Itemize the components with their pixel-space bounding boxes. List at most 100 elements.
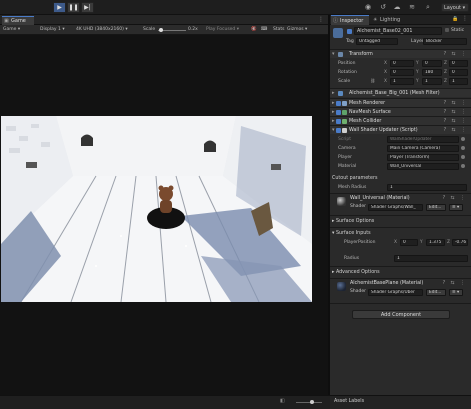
more-options-icon[interactable]: ⋮ (318, 16, 324, 23)
component-enabled-checkbox[interactable] (336, 128, 341, 133)
component-header-navmesh-surface[interactable]: ▸ NavMesh Surface ? ⇆ ⋮ (330, 107, 471, 116)
asset-labels-label: Asset Labels (334, 399, 365, 404)
display-mode-dropdown[interactable]: Game ▾ (3, 26, 20, 34)
component-header-wall-shader-updater[interactable]: ▾ Wall Shader Updater (Script) ? ⇆ ⋮ (330, 125, 471, 134)
scale-x-field[interactable]: 1 (390, 78, 414, 85)
status-slider-thumb[interactable] (310, 400, 314, 404)
display-mode-value: Game (3, 27, 17, 32)
position-z-field[interactable]: 0 (449, 60, 468, 67)
scale-slider-thumb[interactable] (159, 28, 163, 32)
material-field[interactable]: Wall_Universal (387, 163, 459, 170)
object-picker-icon[interactable] (461, 146, 465, 150)
transform-header[interactable]: ▾ Transform ? ⇆ ⋮ (330, 49, 471, 58)
step-button[interactable]: ▶| (81, 2, 94, 13)
static-checkbox[interactable] (445, 28, 449, 32)
component-tools-icon[interactable]: ? ⇆ ⋮ (443, 195, 467, 203)
rotation-x-field[interactable]: 0 (390, 69, 414, 76)
layers-icon[interactable]: ≋ (407, 2, 417, 12)
shader-options-dropdown[interactable]: ≡ ▾ (449, 204, 463, 211)
gizmos-button[interactable]: Gizmos ▾ (287, 26, 307, 34)
component-tools-icon[interactable]: ? ⇆ ⋮ (443, 280, 467, 288)
advanced-options-foldout[interactable]: ▸ Advanced Options (332, 268, 469, 277)
display-dropdown[interactable]: Display 1 ▾ (40, 26, 65, 34)
component-tools-icon[interactable]: ? ⇆ ⋮ (444, 50, 468, 59)
shader-options-dropdown[interactable]: ≡ ▾ (449, 289, 463, 296)
scale-slider[interactable] (158, 28, 186, 32)
x-label: X (384, 70, 387, 75)
rotation-z-field[interactable]: 0 (449, 69, 468, 76)
layout-dropdown[interactable]: Layout ▾ (441, 3, 469, 12)
search-icon[interactable]: ⌕ (423, 2, 433, 12)
more-options-icon[interactable]: ⋮ (462, 15, 468, 22)
mute-icon[interactable]: 🔇 (251, 26, 257, 34)
asset-labels-bar[interactable]: Asset Labels (330, 395, 471, 409)
mesh-renderer-icon (342, 101, 347, 106)
player-position-y-field[interactable]: 1.375 (426, 239, 445, 246)
object-picker-icon[interactable] (461, 155, 465, 159)
play-focused-dropdown[interactable]: Play Focused ▾ (206, 26, 239, 34)
resolution-dropdown[interactable]: 4K UHD (3840x2160) ▾ (76, 26, 128, 34)
status-slider[interactable] (296, 400, 322, 404)
tag-dropdown[interactable]: Untagged (356, 38, 398, 45)
object-name-field[interactable]: Alchemist_Base02_001 (354, 27, 442, 35)
component-enabled-checkbox[interactable] (336, 119, 341, 124)
player-field[interactable]: Player (Transform) (387, 154, 459, 161)
radius-field[interactable]: 1 (394, 255, 468, 262)
history-icon[interactable]: ↺ (378, 2, 388, 12)
link-icon[interactable]: ⛓ (370, 78, 375, 85)
component-header-mesh-renderer[interactable]: ▸ Mesh Renderer ? ⇆ ⋮ (330, 98, 471, 107)
rotation-y-field[interactable]: 180 (422, 69, 442, 76)
script-field: WallShaderUpdater (387, 136, 459, 143)
layer-dropdown[interactable]: Blocker (423, 38, 467, 45)
camera-field[interactable]: Main Camera (Camera) (387, 145, 459, 152)
game-render-view[interactable] (1, 116, 312, 302)
surface-inputs-foldout[interactable]: ▾ Surface Inputs (332, 229, 469, 238)
player-position-z-field[interactable]: -0.76 (452, 239, 468, 246)
divider (330, 303, 471, 304)
lock-icon[interactable]: 🔒 (452, 16, 458, 22)
account-icon[interactable]: ◉ (363, 2, 373, 12)
position-y-field[interactable]: 0 (422, 60, 442, 67)
tab-lighting[interactable]: ☀ Lighting (371, 15, 407, 25)
component-header-mesh-filter[interactable]: ▸ Alchemist_Base_Big_001 (Mesh Filter) (330, 88, 471, 97)
tab-inspector-label: Inspector (340, 18, 364, 24)
scale-z-field[interactable]: 1 (449, 78, 468, 85)
y-label: Y (420, 240, 423, 245)
tab-game-label: Game (11, 18, 26, 24)
component-enabled-checkbox[interactable] (336, 101, 341, 106)
position-x-field[interactable]: 0 (390, 60, 414, 67)
display-value: Display 1 (40, 27, 61, 32)
edit-shader-button[interactable]: Edit... (426, 204, 446, 211)
layer-label: Layer (411, 39, 424, 44)
play-button[interactable]: ▶ (53, 2, 66, 13)
scale-y-field[interactable]: 1 (422, 78, 442, 85)
navmesh-icon (342, 110, 347, 115)
component-enabled-checkbox[interactable] (336, 110, 341, 115)
play-focused-value: Play Focused (206, 27, 236, 32)
shader-dropdown[interactable]: Shader Graphs/Wall_ (368, 204, 423, 211)
component-tools-icon[interactable]: ? ⇆ ⋮ (444, 126, 468, 135)
play-icon: ▶ (57, 4, 62, 11)
object-picker-icon[interactable] (461, 164, 465, 168)
component-header-mesh-collider[interactable]: ▸ Mesh Collider ? ⇆ ⋮ (330, 116, 471, 125)
object-picker-icon[interactable] (461, 137, 465, 141)
position-row: Position X 0 Y 0 Z 0 (332, 59, 469, 68)
player-position-x-field[interactable]: 0 (400, 239, 418, 246)
transform-icon (338, 52, 343, 57)
tab-game[interactable]: ▣ Game (2, 16, 34, 25)
active-checkbox[interactable] (347, 29, 352, 34)
cloud-icon[interactable]: ☁ (392, 2, 402, 12)
shader-dropdown[interactable]: Shader Graphs/Uber (368, 289, 423, 296)
shader-value: Shader Graphs/Uber (371, 290, 415, 295)
status-icon[interactable]: ◧ (280, 398, 285, 404)
edit-shader-button[interactable]: Edit... (426, 289, 446, 296)
mesh-radius-field[interactable]: 1 (387, 184, 467, 191)
stats-button[interactable]: Stats (273, 26, 285, 34)
keyboard-icon[interactable]: ⌨ (261, 26, 268, 34)
pause-button[interactable]: ❚❚ (67, 2, 80, 13)
surface-options-foldout[interactable]: ▸ Surface Options (332, 217, 469, 226)
add-component-button[interactable]: Add Component (352, 310, 450, 319)
shader-label: Shader (350, 289, 366, 294)
tab-inspector[interactable]: ⓘ Inspector (331, 15, 369, 25)
x-label: X (394, 240, 397, 245)
